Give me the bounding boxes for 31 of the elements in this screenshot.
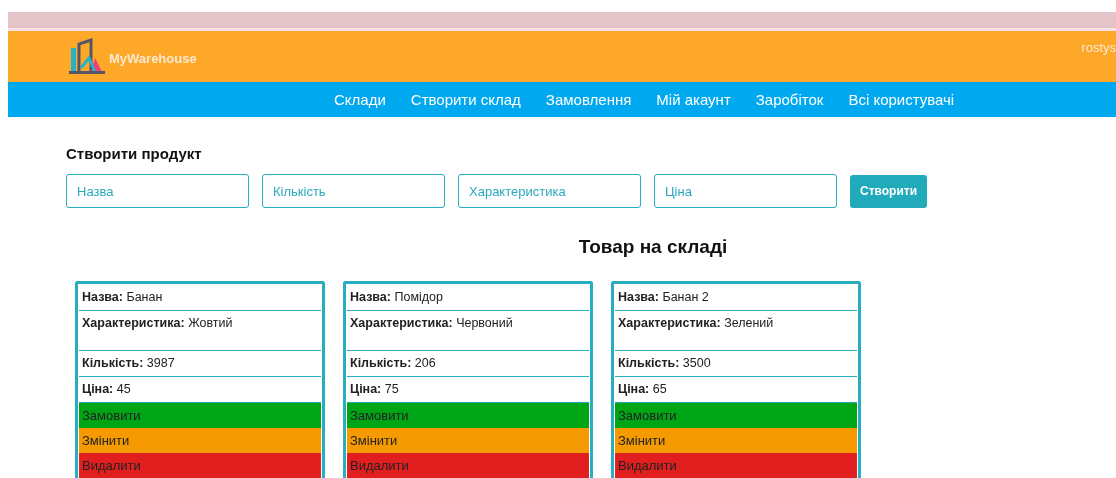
action-button[interactable]: Змінити <box>615 428 857 453</box>
action-button[interactable]: Замовити <box>79 403 321 428</box>
product-field: Кількість: 3500 <box>615 351 857 377</box>
nav-link[interactable]: Склади <box>334 91 386 108</box>
action-button[interactable]: Видалити <box>79 453 321 478</box>
input-field[interactable]: Ціна <box>654 174 837 208</box>
product-field: Кількість: 3987 <box>79 351 321 377</box>
product-field: Назва: Помідор <box>347 285 589 311</box>
action-button[interactable]: Видалити <box>615 453 857 478</box>
nav-link[interactable]: Заробіток <box>755 91 824 108</box>
input-field[interactable]: Характеристика <box>458 174 641 208</box>
product-field: Кількість: 206 <box>347 351 589 377</box>
input-field[interactable]: Назва <box>66 174 249 208</box>
action-button[interactable]: Змінити <box>79 428 321 453</box>
product-field: Назва: Банан 2 <box>615 285 857 311</box>
action-button[interactable]: Замовити <box>347 403 589 428</box>
nav-link[interactable]: Створити склад <box>410 91 521 108</box>
product-field: Характеристика: Зелений <box>615 311 857 351</box>
nav-link[interactable]: Замовлення <box>545 91 632 108</box>
nav-link[interactable]: Всі користувачі <box>848 91 955 108</box>
product-field: Характеристика: Жовтий <box>79 311 321 351</box>
product-field: Назва: Банан <box>79 285 321 311</box>
action-button[interactable]: Змінити <box>347 428 589 453</box>
product-field: Характеристика: Червоний <box>347 311 589 351</box>
action-button[interactable]: Видалити <box>347 453 589 478</box>
action-button[interactable]: Замовити <box>615 403 857 428</box>
nav-link[interactable]: Мій акаунт <box>656 91 731 108</box>
section-title: Товар на складі <box>577 235 729 258</box>
input-field[interactable]: Кількість <box>262 174 445 208</box>
form-title: Створити продукт <box>66 145 203 162</box>
create-button[interactable]: Створити <box>850 174 928 208</box>
